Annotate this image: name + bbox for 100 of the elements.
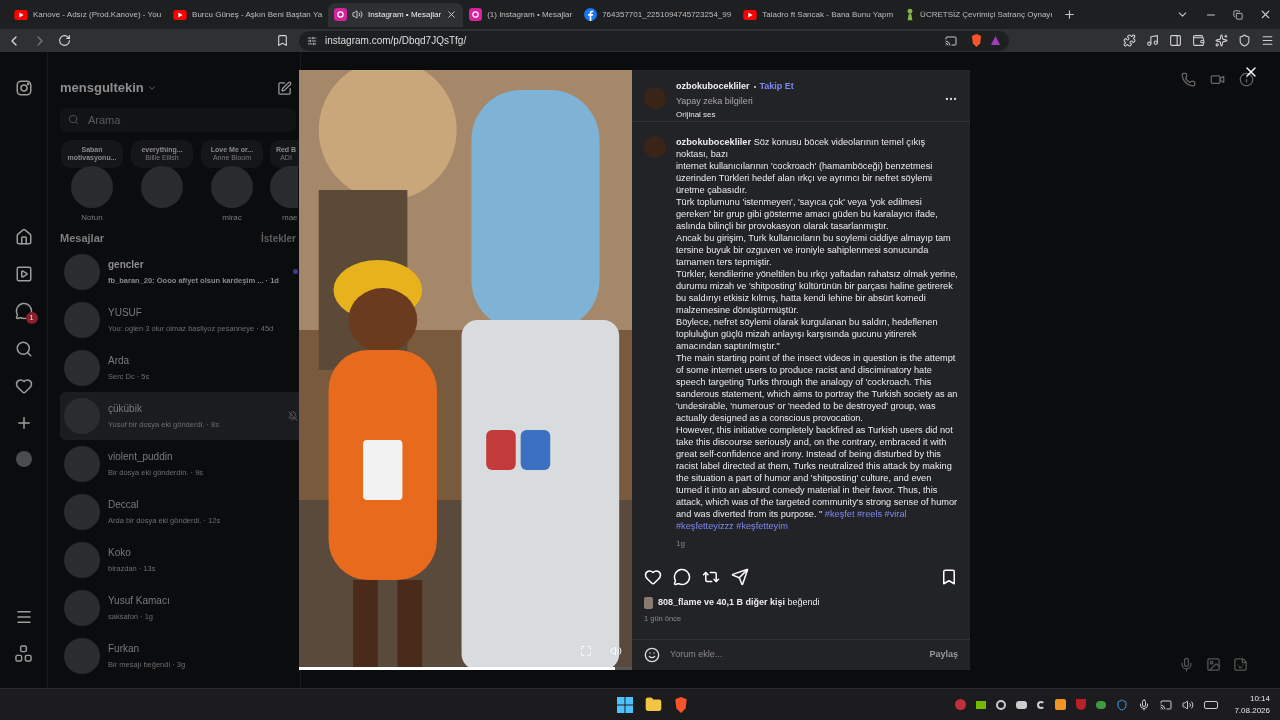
- lion-shield-icon[interactable]: [674, 696, 689, 713]
- browser-tab[interactable]: 764357701_2251094745723254_99: [578, 2, 738, 27]
- hashtag-link[interactable]: #reels: [857, 509, 883, 519]
- hashtag-link[interactable]: #keşfet: [824, 509, 855, 519]
- comment-field[interactable]: Yorum ekle...: [670, 648, 920, 662]
- sparkle-icon[interactable]: [1215, 34, 1228, 47]
- share-icon[interactable]: [731, 568, 749, 586]
- apps-icon[interactable]: [15, 645, 32, 662]
- site-info-icon[interactable]: [307, 35, 317, 46]
- bookmark-icon[interactable]: [276, 34, 289, 47]
- hashtag-link[interactable]: #viral: [884, 509, 907, 519]
- music-icon[interactable]: [1146, 34, 1159, 47]
- menu-icon[interactable]: [14, 608, 33, 626]
- tab-title: 764357701_2251094745723254_99: [602, 8, 732, 21]
- conversation-name: violent_puddin: [108, 449, 174, 464]
- conversation-name: Koko: [108, 545, 132, 560]
- clock-date[interactable]: 7.08.2026: [1234, 704, 1270, 717]
- network-icon[interactable]: [1160, 698, 1173, 711]
- close-icon[interactable]: [446, 9, 458, 20]
- muted-icon: [288, 410, 298, 421]
- story-name: Notun: [81, 212, 103, 224]
- search-field[interactable]: Arama: [60, 108, 296, 132]
- lion-shield-icon[interactable]: [971, 34, 982, 47]
- restore-icon[interactable]: [1233, 9, 1243, 20]
- emoji-icon[interactable]: [644, 647, 660, 663]
- tray-app-icon[interactable]: [1096, 700, 1107, 709]
- camera-icon: [469, 8, 483, 21]
- avatar: [64, 301, 100, 338]
- volume-icon[interactable]: [610, 645, 622, 657]
- tray-app-icon[interactable]: [976, 700, 987, 709]
- account-username[interactable]: mensgultekin: [60, 78, 144, 98]
- notification-badge: 1: [25, 312, 38, 324]
- reels-icon[interactable]: [14, 265, 33, 283]
- story-name: mirac: [222, 212, 242, 224]
- extensions-icon[interactable]: [1123, 34, 1136, 47]
- shield-icon[interactable]: [1116, 698, 1129, 711]
- conversation-name: Furkan: [108, 641, 141, 656]
- caption-paragraph: The main starting point of the insect videos in question is the attempt of some internet users to produce racist and disciminatory hate speech targeting Turks through the analogy of 'cockroach. This sanderous statement, which aims to portray the Turkish society as an: [676, 352, 958, 400]
- tray-app-icon[interactable]: [1037, 700, 1046, 709]
- phone-icon[interactable]: [1181, 72, 1196, 87]
- comment-icon[interactable]: [673, 568, 691, 586]
- battery-icon[interactable]: [1204, 700, 1219, 709]
- like-icon[interactable]: [644, 568, 662, 586]
- home-icon[interactable]: [14, 228, 33, 246]
- shield-icon[interactable]: [1238, 34, 1251, 47]
- messages-icon[interactable]: [14, 302, 33, 320]
- bookmark-icon[interactable]: [940, 568, 958, 586]
- author-name[interactable]: ozbokubocekliler: [676, 80, 750, 94]
- image-icon[interactable]: [1206, 657, 1221, 672]
- menu-icon[interactable]: [1261, 34, 1274, 47]
- reload-icon[interactable]: [58, 34, 71, 47]
- caption-paragraph: internet kullanıcılarının 'cockroach' (hamamböceği) benzetmesi üzerinden Türkleri hedef alan ırkçı ve ayrımcı bir nefret söylemi üretme çabasıdır.: [676, 160, 934, 196]
- url-text: instagram.com/p/Dbqd7JQsTfg/: [325, 34, 468, 48]
- camera-icon: [334, 8, 348, 21]
- follow-link[interactable]: Takip Et: [759, 80, 794, 94]
- compose-icon[interactable]: [277, 80, 292, 96]
- requests-link[interactable]: İstekler: [260, 230, 296, 246]
- audio-label[interactable]: Orijinal ses: [676, 109, 944, 121]
- address-bar[interactable]: instagram.com/p/Dbqd7JQsTfg/: [299, 30, 1009, 51]
- caption-paragraph: Ancak bu girişim, Turk kullanıcıların bu soylemi ciddiye almayıp tam tersine buyuk bir ozguven ve ironiyle sahiplenmesi sonucunda tamamen ters tepmiştir.: [676, 232, 952, 268]
- browser-tab[interactable]: Burcu Güneş - Aşkın Beni Baştan Ya: [167, 2, 329, 27]
- tab-title: Kanove - Adsız (Prod.Kanove) - You: [33, 8, 162, 21]
- post-age: 1g: [676, 538, 686, 550]
- search-icon[interactable]: [14, 340, 33, 358]
- sidebar-icon[interactable]: [1169, 34, 1182, 47]
- volume-icon[interactable]: [1182, 698, 1195, 711]
- triangle-icon[interactable]: [990, 35, 1001, 46]
- browser-tab[interactable]: Kanove - Adsız (Prod.Kanove) - You: [8, 2, 168, 27]
- likes-text: 808_flame ve 40,1 B diğer kişi beğendi: [658, 596, 820, 609]
- speaker-icon[interactable]: [352, 9, 364, 20]
- new-tab-icon[interactable]: [1062, 8, 1076, 21]
- share-button[interactable]: Paylaş: [929, 648, 958, 662]
- browser-tab[interactable]: (1) Instagram • Mesajlar: [463, 2, 579, 27]
- browser-tab[interactable]: Instagram • Mesajlar: [328, 2, 464, 27]
- cast-icon[interactable]: [945, 34, 957, 47]
- hashtag-link[interactable]: #keşfetteyim: [736, 521, 788, 531]
- conversation-name: gencler: [108, 257, 145, 272]
- heart-icon[interactable]: [14, 377, 33, 395]
- tray-app-icon[interactable]: [1055, 699, 1067, 710]
- browser-tab[interactable]: Taladro ft Sancak - Bana Bunu Yapm: [737, 2, 900, 27]
- hashtag-link[interactable]: #keşfetteyizzz: [676, 521, 734, 531]
- clock-time[interactable]: 10:14: [1249, 692, 1270, 705]
- play-icon: [743, 9, 758, 20]
- avatar: [64, 541, 100, 578]
- video-call-icon[interactable]: [1210, 72, 1225, 87]
- folder-icon[interactable]: [645, 696, 663, 713]
- wallet-icon[interactable]: [1192, 34, 1205, 47]
- ai-info-label[interactable]: Yapay zeka bilgileri: [676, 94, 944, 108]
- tray-app-icon[interactable]: [996, 699, 1007, 710]
- tray-app-icon[interactable]: [1016, 700, 1028, 709]
- info-icon[interactable]: [1239, 72, 1254, 87]
- liker-avatar: [644, 596, 653, 609]
- close-icon[interactable]: [1259, 8, 1272, 21]
- camera-icon: [14, 79, 33, 97]
- mic-icon[interactable]: [1138, 698, 1151, 711]
- conversation-name: YUSUF: [108, 305, 143, 320]
- sticker-icon[interactable]: [1233, 657, 1248, 672]
- windows-logo-icon[interactable]: [617, 696, 634, 713]
- caption-paragraph: 'undesirable, 'numerous' or 'needed to be destroyed' group, was actually designed as a conscious provocation.: [676, 400, 937, 424]
- browser-tab[interactable]: ÜCRETSİZ Çevrimiçi Satranç Oynayı: [899, 2, 1059, 27]
